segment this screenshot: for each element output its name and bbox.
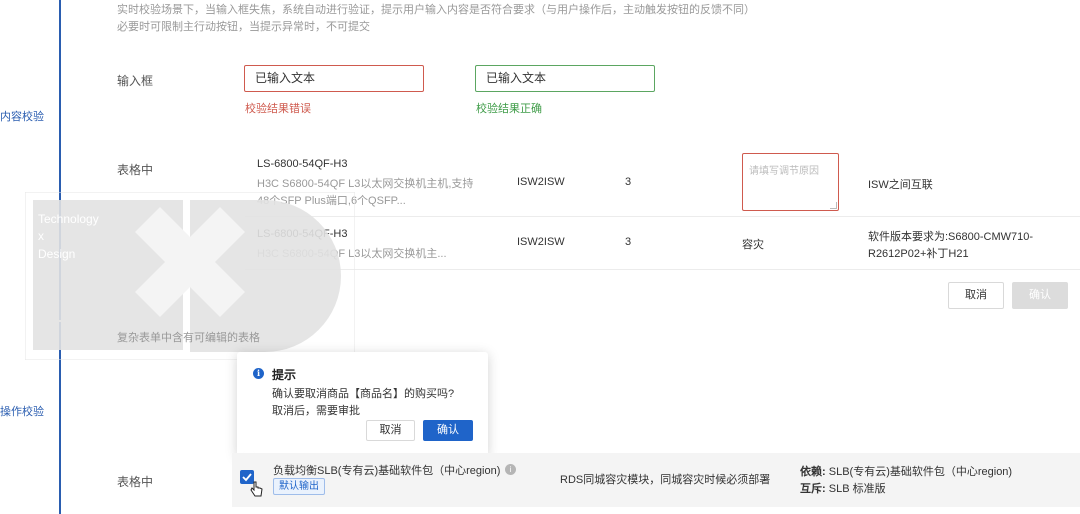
watermark-text: Design [38, 247, 76, 261]
cell-remark-line2: R2612P02+补丁H21 [868, 248, 969, 260]
cell-model: LS-6800-54QF-H3 [257, 158, 348, 170]
table-divider [245, 269, 1080, 270]
confirm-button-disabled[interactable]: 确认 [1012, 282, 1068, 309]
textarea-resize-handle[interactable] [830, 202, 837, 209]
product-name: 负载均衡SLB(专有云)基础软件包（中心region) [273, 465, 501, 477]
cell-type: ISW2ISW [517, 236, 565, 248]
cell-qty: 3 [625, 176, 632, 188]
description-line-1: 实时校验场景下，当输入框失焦，系统自动进行验证，提示用户输入内容是否符合要求（与… [117, 4, 755, 16]
input-error-field[interactable]: 已输入文本 [244, 65, 424, 92]
popover-confirm-button[interactable]: 确认 [423, 420, 473, 441]
cell-type: ISW2ISW [517, 176, 565, 188]
input-success-hint: 校验结果正确 [476, 103, 542, 115]
section-label-action: 操作校验 [0, 406, 44, 418]
help-icon[interactable]: i [505, 464, 516, 475]
section-label-content: 内容校验 [0, 111, 44, 123]
popover-title: 提示 [272, 368, 297, 382]
hand-cursor-icon [250, 481, 263, 497]
description-line-2: 必要时可限制主行动按钮，当提示异常时，不可提交 [117, 21, 370, 33]
cell-qty: 3 [625, 236, 632, 248]
depends-value: SLB(专有云)基础软件包（中心region) [828, 466, 1013, 478]
conflict-label: 互斥: [800, 483, 826, 495]
watermark-text: Technology [38, 212, 99, 226]
input-error-hint: 校验结果错误 [245, 103, 311, 115]
depends-info: 依赖: SLB(专有云)基础软件包（中心region) [800, 463, 1012, 479]
info-icon: i [253, 368, 264, 379]
default-output-tag: 默认输出 [273, 478, 325, 495]
depends-label: 依赖: [800, 466, 826, 478]
cancel-button[interactable]: 取消 [948, 282, 1004, 309]
cell-field-value[interactable]: 容灾 [742, 236, 764, 252]
conflict-info: 互斥: SLB 标准版 [800, 480, 886, 496]
action-table-row-label: 表格中 [117, 475, 154, 489]
complex-table-caption: 复杂表单中含有可编辑的表格 [117, 332, 260, 344]
reason-textarea[interactable]: 请填写调节原因 [742, 153, 839, 211]
input-success-field[interactable]: 已输入文本 [475, 65, 655, 92]
watermark-text: x [38, 229, 44, 243]
input-row-label: 输入框 [117, 74, 154, 88]
product-note: RDS同城容灾模块，同城容灾时候必须部署 [560, 474, 771, 486]
popover-message-line2: 取消后，需要审批 [272, 405, 360, 417]
cell-desc-line1: H3C S6800-54QF L3以太网交换机主机,支持 [257, 178, 474, 190]
conflict-value: SLB 标准版 [828, 483, 886, 495]
table-row: LS-6800-54QF-H3 H3C S6800-54QF L3以太网交换机主… [245, 217, 1080, 269]
popover-message-line1: 确认要取消商品【商品名】的购买吗? [272, 388, 455, 400]
cell-remark-line1: 软件版本要求为:S6800-CMW710- [868, 231, 1034, 243]
cell-remark: ISW之间互联 [868, 179, 933, 191]
table-row: LS-6800-54QF-H3 H3C S6800-54QF L3以太网交换机主… [245, 150, 1080, 216]
popover-cancel-button[interactable]: 取消 [366, 420, 415, 441]
table-row-label: 表格中 [117, 163, 154, 177]
